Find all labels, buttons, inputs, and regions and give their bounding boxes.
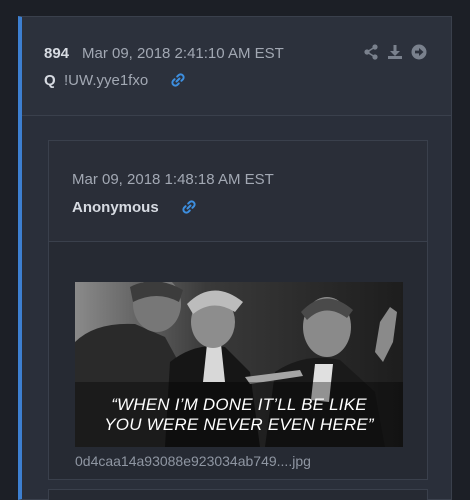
post-card: 894 Mar 09, 2018 2:41:10 AM EST Q !UW.yy… xyxy=(18,16,452,500)
image-caption-line1: “WHEN I’M DONE IT’LL BE LIKE xyxy=(111,395,367,414)
image-filename-link[interactable]: 0d4caa14a93088e923034ab749....jpg xyxy=(75,453,311,469)
post-tripcode: !UW.yye1fxo xyxy=(64,72,149,89)
quoted-post-author: Anonymous xyxy=(72,199,159,216)
next-post-edge xyxy=(48,489,428,500)
post-actions xyxy=(363,44,427,60)
post-date: Mar 09, 2018 2:41:10 AM EST xyxy=(82,45,284,62)
share-icon[interactable] xyxy=(363,44,379,60)
page: 894 Mar 09, 2018 2:41:10 AM EST Q !UW.yy… xyxy=(0,0,470,500)
post-author: Q xyxy=(44,72,56,89)
image-caption-line2: YOU WERE NEVER EVEN HERE” xyxy=(104,415,374,434)
arrow-right-circle-icon[interactable] xyxy=(411,44,427,60)
quoted-post: Mar 09, 2018 1:48:18 AM EST Anonymous “W… xyxy=(48,140,428,480)
quoted-post-date: Mar 09, 2018 1:48:18 AM EST xyxy=(72,171,274,188)
link-icon[interactable] xyxy=(170,72,186,88)
post-header: 894 Mar 09, 2018 2:41:10 AM EST Q !UW.yy… xyxy=(22,17,451,116)
post-number[interactable]: 894 xyxy=(44,45,69,62)
download-icon[interactable] xyxy=(387,44,403,60)
quoted-post-header: Mar 09, 2018 1:48:18 AM EST Anonymous xyxy=(49,141,427,242)
link-icon[interactable] xyxy=(181,199,197,215)
attached-image[interactable]: “WHEN I’M DONE IT’LL BE LIKE YOU WERE NE… xyxy=(75,282,403,447)
